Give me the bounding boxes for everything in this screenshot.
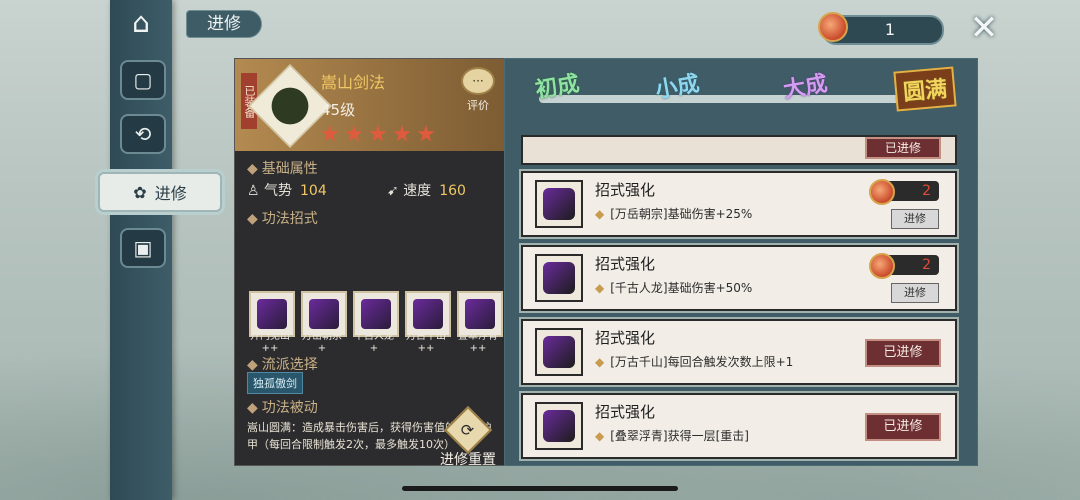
- currency-icon: [818, 12, 848, 42]
- card-desc: ◆ [千古人龙]基础伤害+50%: [595, 281, 753, 295]
- section-school: ◆ 流派选择: [247, 357, 318, 373]
- advance-button[interactable]: 进修: [891, 209, 939, 229]
- stat-speed: ➹ 速度 160: [387, 183, 466, 199]
- close-icon[interactable]: ✕: [966, 10, 1002, 46]
- star-rating: [321, 125, 435, 143]
- advance-card: 招式强化 ◆ [万岳朝宗]基础伤害+25% 2 进修: [521, 171, 957, 237]
- move-label: 万古千山 ++: [406, 331, 446, 354]
- move-icon: [535, 180, 583, 228]
- sidebar-item-label: 进修: [154, 184, 187, 203]
- tier-progress-bar: [539, 95, 939, 103]
- rate-button[interactable]: ··· 评价: [461, 67, 495, 112]
- advanced-button[interactable]: 已进修: [865, 339, 941, 367]
- move-icon: [535, 328, 583, 376]
- rate-label: 评价: [467, 99, 489, 112]
- section-base-attr: ◆ 基础属性: [247, 161, 318, 177]
- sidebar-item-advance[interactable]: ✿ 进修: [98, 172, 222, 212]
- move-label: 千古人龙 +: [354, 331, 394, 354]
- reset-button[interactable]: ⟳ 进修重置: [433, 405, 503, 468]
- scroll-icon[interactable]: ▣: [120, 228, 166, 268]
- school-choice[interactable]: 独孤傲剑: [247, 372, 303, 394]
- advance-button[interactable]: 进修: [891, 283, 939, 303]
- currency-icon: [869, 179, 895, 205]
- card-title: 招式强化: [595, 255, 656, 273]
- sidebar-rail: ⌂ ▢ ⟲ ▣: [110, 0, 172, 500]
- cards-icon[interactable]: ▢: [120, 60, 166, 100]
- move-label: 万岳朝宗 +: [302, 331, 342, 354]
- move-label: 开门见山 ++: [250, 331, 290, 354]
- rotate-icon[interactable]: ⟲: [120, 114, 166, 154]
- skill-header: 已装备 嵩山剑法 45级 ··· 评价: [235, 59, 505, 151]
- card-title: 招式强化: [595, 181, 656, 199]
- cost-badge: 2: [869, 253, 939, 279]
- card-title: 招式强化: [595, 403, 656, 421]
- speed-icon: ➹: [387, 183, 399, 199]
- advance-card: 招式强化 ◆ [千古人龙]基础伤害+50% 2 进修: [521, 245, 957, 311]
- move-label: 叠翠浮青 ++: [458, 331, 498, 354]
- star-icon: [321, 125, 339, 142]
- tier-4[interactable]: 圆满: [893, 66, 957, 112]
- star-icon: [369, 125, 387, 142]
- skill-detail-panel: 已装备 嵩山剑法 45级 ··· 评价 ◆ 基础属性 ♙ 气势 104 ➹ 速度 16…: [234, 58, 506, 468]
- star-icon: [345, 125, 363, 142]
- reset-icon: ⟳: [443, 405, 493, 455]
- section-passive: ◆ 功法被动: [247, 400, 318, 416]
- stat-qishi: ♙ 气势 104: [247, 183, 327, 199]
- card-desc: ◆ [叠翠浮青]获得一层[重击]: [595, 429, 749, 443]
- advance-card: 招式强化 ◆ [万古千山]每回合触发次数上限+1 已进修: [521, 319, 957, 385]
- section-moves: ◆ 功法招式: [247, 211, 318, 227]
- skill-name: 嵩山剑法: [321, 73, 386, 92]
- qishi-icon: ♙: [247, 183, 260, 199]
- home-indicator[interactable]: [402, 486, 678, 491]
- home-icon[interactable]: ⌂: [122, 6, 160, 42]
- advance-card: 招式强化 ◆ [叠翠浮青]获得一层[重击] 已进修: [521, 393, 957, 459]
- comment-icon: ···: [461, 67, 495, 95]
- page-title: 进修: [186, 10, 262, 38]
- skill-level: 45级: [321, 101, 356, 119]
- move-icon: [535, 402, 583, 450]
- card-partial: 已进修: [521, 135, 957, 165]
- cost-badge: 2: [869, 179, 939, 205]
- star-icon: [393, 125, 411, 142]
- move-icon: [535, 254, 583, 302]
- card-desc: ◆ [万岳朝宗]基础伤害+25%: [595, 207, 753, 221]
- advanced-button[interactable]: 已进修: [865, 413, 941, 441]
- card-title: 招式强化: [595, 329, 656, 347]
- currency-icon: [869, 253, 895, 279]
- advance-panel: 初成 小成 大成 圆满 已进修 招式强化 ◆ [万岳朝宗]基础伤害+25% 2 进…: [504, 58, 978, 466]
- card-desc: ◆ [万古千山]每回合触发次数上限+1: [595, 355, 794, 369]
- lotus-icon: ✿: [133, 182, 147, 202]
- advanced-button[interactable]: 已进修: [865, 137, 941, 159]
- star-icon: [417, 125, 435, 142]
- skill-art: [248, 64, 332, 148]
